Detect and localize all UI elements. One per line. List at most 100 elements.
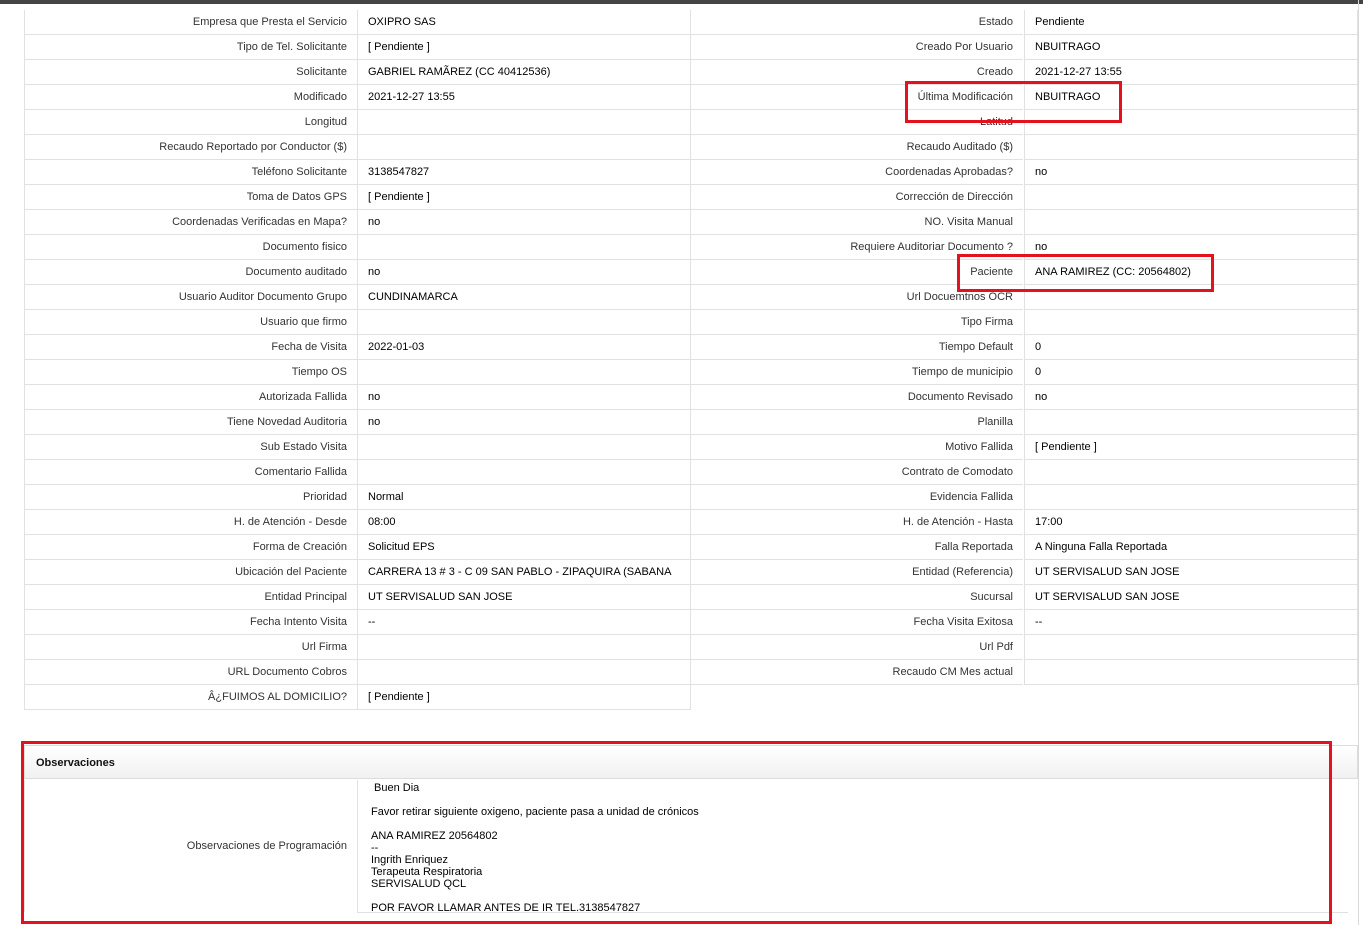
field-label: Sub Estado Visita bbox=[24, 435, 357, 460]
field-value: CARRERA 13 # 3 - C 09 SAN PABLO - ZIPAQU… bbox=[357, 560, 691, 585]
field-label: Fecha Intento Visita bbox=[24, 610, 357, 635]
field-value bbox=[1024, 635, 1358, 660]
observaciones-line: -- bbox=[371, 842, 379, 854]
field-label: Documento fisico bbox=[24, 235, 357, 260]
field-value: -- bbox=[357, 610, 691, 635]
field-value: 2021-12-27 13:55 bbox=[357, 85, 691, 110]
field-value bbox=[1024, 460, 1358, 485]
field-label: Creado Por Usuario bbox=[691, 35, 1023, 60]
field-label: Motivo Fallida bbox=[691, 435, 1023, 460]
field-label: Estado bbox=[691, 10, 1023, 35]
field-label: Documento auditado bbox=[24, 260, 357, 285]
field-label: Usuario Auditor Documento Grupo bbox=[24, 285, 357, 310]
field-label: Tiene Novedad Auditoria bbox=[24, 410, 357, 435]
field-value bbox=[357, 110, 691, 135]
field-value bbox=[1024, 310, 1358, 335]
observaciones-line: SERVISALUD QCL bbox=[371, 878, 467, 890]
observaciones-value: Buen Dia Favor retirar siguiente oxigeno,… bbox=[357, 780, 1348, 913]
observaciones-line: ANA RAMIREZ 20564802 bbox=[371, 830, 498, 842]
field-value bbox=[357, 235, 691, 260]
field-label: Url Firma bbox=[24, 635, 357, 660]
observaciones-line: Terapeuta Respiratoria bbox=[371, 866, 483, 878]
field-label: Evidencia Fallida bbox=[691, 485, 1023, 510]
field-value: 2022-01-03 bbox=[357, 335, 691, 360]
field-value bbox=[357, 435, 691, 460]
field-value: NBUITRAGO bbox=[1024, 35, 1358, 60]
field-value: UT SERVISALUD SAN JOSE bbox=[1024, 585, 1358, 610]
field-label: Última Modificación bbox=[691, 85, 1023, 110]
field-label: Coordenadas Verificadas en Mapa? bbox=[24, 210, 357, 235]
field-label: Forma de Creación bbox=[24, 535, 357, 560]
field-value: NBUITRAGO bbox=[1024, 85, 1358, 110]
field-value bbox=[357, 360, 691, 385]
field-value: no bbox=[357, 385, 691, 410]
field-label: Url Pdf bbox=[691, 635, 1023, 660]
observaciones-line: Favor retirar siguiente oxigeno, pacient… bbox=[371, 806, 699, 818]
field-value: no bbox=[1024, 160, 1358, 185]
field-label: Longitud bbox=[24, 110, 357, 135]
field-label: Planilla bbox=[691, 410, 1023, 435]
field-value: GABRIEL RAMÃREZ (CC 40412536) bbox=[357, 60, 691, 85]
field-value: no bbox=[1024, 385, 1358, 410]
field-value: -- bbox=[1024, 610, 1358, 635]
field-label: Tiempo Default bbox=[691, 335, 1023, 360]
field-value: [ Pendiente ] bbox=[357, 185, 691, 210]
field-value: A Ninguna Falla Reportada bbox=[1024, 535, 1358, 560]
observaciones-header: Observaciones bbox=[24, 745, 1358, 779]
field-value: OXIPRO SAS bbox=[357, 10, 691, 35]
field-value: 08:00 bbox=[357, 510, 691, 535]
field-value: [ Pendiente ] bbox=[357, 35, 691, 60]
field-label: Prioridad bbox=[24, 485, 357, 510]
field-value bbox=[357, 135, 691, 160]
field-label: Tipo de Tel. Solicitante bbox=[24, 35, 357, 60]
field-value: no bbox=[357, 210, 691, 235]
field-label: Tiempo OS bbox=[24, 360, 357, 385]
field-label: Toma de Datos GPS bbox=[24, 185, 357, 210]
observaciones-line: Ingrith Enriquez bbox=[371, 854, 449, 866]
field-label: Url Docuemtnos OCR bbox=[691, 285, 1023, 310]
field-label: Teléfono Solicitante bbox=[24, 160, 357, 185]
field-label: Autorizada Fallida bbox=[24, 385, 357, 410]
field-value: CUNDINAMARCA bbox=[357, 285, 691, 310]
field-value bbox=[357, 460, 691, 485]
field-label: Modificado bbox=[24, 85, 357, 110]
field-value: ANA RAMIREZ (CC: 20564802) bbox=[1024, 260, 1358, 285]
field-value bbox=[1024, 185, 1358, 210]
observaciones-line: POR FAVOR LLAMAR ANTES DE IR TEL.3138547… bbox=[371, 902, 641, 913]
field-value: [ Pendiente ] bbox=[1024, 435, 1358, 460]
field-label: Contrato de Comodato bbox=[691, 460, 1023, 485]
field-label: Recaudo Reportado por Conductor ($) bbox=[24, 135, 357, 160]
field-label: Â¿FUIMOS AL DOMICILIO? bbox=[24, 685, 357, 710]
field-label: Creado bbox=[691, 60, 1023, 85]
field-label: Fecha de Visita bbox=[24, 335, 357, 360]
field-label: Recaudo CM Mes actual bbox=[691, 660, 1023, 685]
field-value: no bbox=[357, 260, 691, 285]
field-value bbox=[357, 660, 691, 685]
field-value: 0 bbox=[1024, 360, 1358, 385]
field-label: Documento Revisado bbox=[691, 385, 1023, 410]
field-value bbox=[357, 310, 691, 335]
field-value: 0 bbox=[1024, 335, 1358, 360]
field-value bbox=[1024, 485, 1358, 510]
field-value: 17:00 bbox=[1024, 510, 1358, 535]
field-value: Normal bbox=[357, 485, 691, 510]
field-value bbox=[1024, 110, 1358, 135]
field-label: Coordenadas Aprobadas? bbox=[691, 160, 1023, 185]
field-value: [ Pendiente ] bbox=[357, 685, 691, 710]
observaciones-title: Observaciones bbox=[36, 757, 115, 769]
field-value: Solicitud EPS bbox=[357, 535, 691, 560]
field-label: Solicitante bbox=[24, 60, 357, 85]
field-label: Corrección de Dirección bbox=[691, 185, 1023, 210]
field-value: UT SERVISALUD SAN JOSE bbox=[1024, 560, 1358, 585]
field-value: UT SERVISALUD SAN JOSE bbox=[357, 585, 691, 610]
field-label: Recaudo Auditado ($) bbox=[691, 135, 1023, 160]
field-value bbox=[1024, 210, 1358, 235]
field-value: no bbox=[357, 410, 691, 435]
field-label: Paciente bbox=[691, 260, 1023, 285]
observaciones-line: Buen Dia bbox=[374, 782, 420, 794]
observaciones-label: Observaciones de Programación bbox=[24, 780, 357, 912]
field-label: H. de Atención - Desde bbox=[24, 510, 357, 535]
field-label: Entidad (Referencia) bbox=[691, 560, 1023, 585]
field-value: Pendiente bbox=[1024, 10, 1358, 35]
field-value bbox=[1024, 285, 1358, 310]
